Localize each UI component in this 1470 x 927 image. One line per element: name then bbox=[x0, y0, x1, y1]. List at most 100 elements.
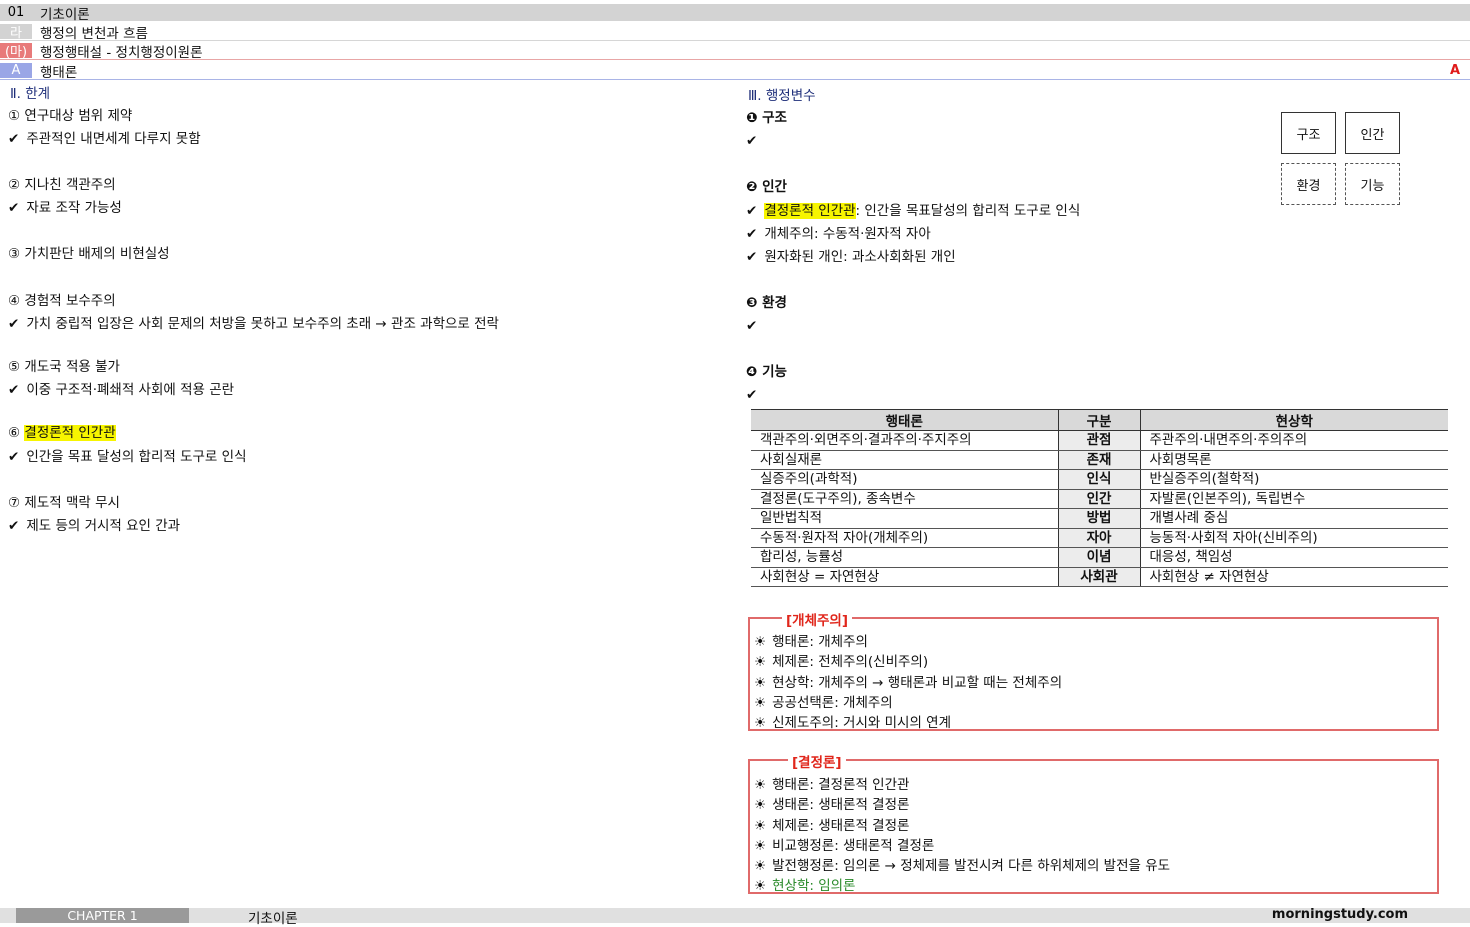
sun-bullet-icon: ☀ bbox=[754, 675, 767, 691]
header-tag: A bbox=[0, 63, 32, 78]
table-row: 수동적·원자적 자아(개체주의) 자아 능동적·사회적 자아(신비주의) bbox=[751, 528, 1448, 548]
limit-6-head: ⑥ 결정론적 인간관 bbox=[8, 425, 116, 441]
header-tag: 01 bbox=[0, 5, 32, 20]
table-header-row: 행태론 구분 현상학 bbox=[751, 409, 1448, 431]
check-icon: ✔ bbox=[746, 249, 758, 265]
green-text: 현상학: 임의론 bbox=[772, 878, 856, 894]
list-item: ☀ 비교행정론: 생태론적 결정론 bbox=[754, 838, 935, 854]
table-header-behavioralism: 행태론 bbox=[751, 409, 1058, 431]
list-item: ☀ 현상학: 개체주의 → 행태론과 비교할 때는 전체주의 bbox=[754, 675, 1063, 691]
variable-environment-head: ❸ 환경 bbox=[746, 295, 787, 311]
page-footer: CHAPTER 1 기초이론 morningstudy.com bbox=[0, 907, 1470, 927]
check-icon: ✔ bbox=[8, 449, 20, 465]
sun-bullet-icon: ☀ bbox=[754, 654, 767, 670]
individualism-box-label: [개체주의] bbox=[782, 609, 853, 629]
footer-chapter: CHAPTER 1 bbox=[16, 908, 189, 923]
variable-structure-line: ✔ bbox=[746, 132, 764, 150]
table-row: 사회실재론 존재 사회명목론 bbox=[751, 450, 1448, 470]
limit-4-body: ✔ 가치 중립적 입장은 사회 문제의 처방을 못하고 보수주의 초래 → 관조 … bbox=[8, 316, 499, 332]
limit-5-head: ⑤ 개도국 적용 불가 bbox=[8, 359, 120, 375]
sun-bullet-icon: ☀ bbox=[754, 715, 767, 731]
limit-1-head: ① 연구대상 범위 제약 bbox=[8, 108, 133, 124]
limit-1-body: ✔ 주관적인 내면세계 다루지 못함 bbox=[8, 131, 201, 147]
limit-7-body: ✔ 제도 등의 거시적 요인 간과 bbox=[8, 518, 181, 534]
highlight-text: 결정론적 인간관 bbox=[24, 425, 116, 441]
footer-title: 기초이론 bbox=[248, 911, 298, 927]
check-icon: ✔ bbox=[8, 316, 20, 332]
check-icon: ✔ bbox=[8, 518, 20, 534]
determinism-box: [결정론] ☀ 행태론: 결정론적 인간관 ☀ 생태론: 생태론적 결정론 ☀ 체제론… bbox=[748, 751, 1439, 894]
header-level-4: A 행태론 A bbox=[0, 62, 1470, 81]
check-icon: ✔ bbox=[8, 200, 20, 216]
table-header-category: 구분 bbox=[1057, 409, 1141, 431]
check-icon: ✔ bbox=[746, 226, 758, 242]
variable-structure-head: ❶ 구조 bbox=[746, 110, 787, 126]
header-level-3: (마) 행정행태설 - 정치행정이원론 bbox=[0, 42, 1470, 61]
table-cell: 존재 bbox=[1057, 450, 1141, 470]
table-row: 일반법칙적 방법 개별사례 중심 bbox=[751, 508, 1448, 529]
sun-bullet-icon: ☀ bbox=[754, 695, 767, 711]
list-item: ☀ 체제론: 생태론적 결정론 bbox=[754, 818, 910, 834]
limit-6-body: ✔ 인간을 목표 달성의 합리적 도구로 인식 bbox=[8, 449, 247, 465]
table-cell: 합리성, 능률성 bbox=[751, 547, 1058, 568]
list-item: ☀ 생태론: 생태론적 결정론 bbox=[754, 797, 910, 813]
check-icon: ✔ bbox=[8, 382, 20, 398]
table-row: 결정론(도구주의), 종속변수 인간 자발론(인본주의), 독립변수 bbox=[751, 489, 1448, 509]
check-icon: ✔ bbox=[746, 133, 758, 149]
table-cell: 반실증주의(철학적) bbox=[1140, 469, 1448, 490]
header-level-1: 01 기초이론 bbox=[0, 4, 1470, 23]
table-row: 합리성, 능률성 이념 대응성, 책임성 bbox=[751, 547, 1448, 568]
header-title: 행정행태설 - 정치행정이원론 bbox=[40, 44, 203, 61]
footer-site: morningstudy.com bbox=[1271, 907, 1408, 922]
variable-function-head: ❹ 기능 bbox=[746, 364, 787, 380]
header-tag: 라 bbox=[0, 24, 32, 41]
table-cell: 인간 bbox=[1057, 489, 1141, 509]
sun-bullet-icon: ☀ bbox=[754, 878, 767, 894]
sun-bullet-icon: ☀ bbox=[754, 818, 767, 834]
variable-human-head: ❷ 인간 bbox=[746, 179, 787, 195]
table-cell: 결정론(도구주의), 종속변수 bbox=[751, 489, 1058, 509]
table-cell: 이념 bbox=[1057, 547, 1141, 568]
list-item: ☀ 행태론: 결정론적 인간관 bbox=[754, 777, 910, 793]
table-cell: 주관주의·내면주의·주의주의 bbox=[1140, 430, 1448, 451]
highlight-text: 결정론적 인간관 bbox=[764, 203, 856, 219]
table-cell: 사회현상 ≠ 자연현상 bbox=[1140, 567, 1448, 587]
comparison-table: 행태론 구분 현상학 객관주의·외면주의·결과주의·주지주의 관점 주관주의·내면주… bbox=[751, 409, 1448, 587]
table-cell: 능동적·사회적 자아(신비주의) bbox=[1140, 528, 1448, 548]
sun-bullet-icon: ☀ bbox=[754, 777, 767, 793]
table-cell: 관점 bbox=[1057, 430, 1141, 451]
individualism-box: [개체주의] ☀ 행태론: 개체주의 ☀ 체제론: 전체주의(신비주의) ☀ 현상학:… bbox=[748, 609, 1439, 731]
list-item: ☀ 공공선택론: 개체주의 bbox=[754, 695, 893, 711]
variable-box-function: 기능 bbox=[1345, 163, 1400, 205]
list-item: ☀ 행태론: 개체주의 bbox=[754, 634, 868, 650]
table-cell: 인식 bbox=[1057, 469, 1141, 490]
header-right-mark: A bbox=[1449, 63, 1460, 78]
table-cell: 대응성, 책임성 bbox=[1140, 547, 1448, 568]
table-cell: 방법 bbox=[1057, 508, 1141, 529]
variable-box-structure: 구조 bbox=[1281, 112, 1336, 154]
list-item: ☀ 신제도주의: 거시와 미시의 연계 bbox=[754, 715, 951, 731]
table-cell: 일반법칙적 bbox=[751, 508, 1058, 529]
table-cell: 수동적·원자적 자아(개체주의) bbox=[751, 528, 1058, 548]
variable-human-line-3: ✔ 원자화된 개인: 과소사회화된 개인 bbox=[746, 249, 956, 265]
list-item: ☀ 현상학: 임의론 bbox=[754, 874, 855, 894]
table-row: 객관주의·외면주의·결과주의·주지주의 관점 주관주의·내면주의·주의주의 bbox=[751, 430, 1448, 451]
variable-human-line-2: ✔ 개체주의: 수동적·원자적 자아 bbox=[746, 226, 931, 242]
table-cell: 실증주의(과학적) bbox=[751, 469, 1058, 490]
sun-bullet-icon: ☀ bbox=[754, 838, 767, 854]
variable-human-line-1: ✔ 결정론적 인간관: 인간을 목표달성의 합리적 도구로 인식 bbox=[746, 203, 1081, 219]
table-cell: 사회관 bbox=[1057, 567, 1141, 587]
table-row: 실증주의(과학적) 인식 반실증주의(철학적) bbox=[751, 469, 1448, 490]
table-header-phenomenology: 현상학 bbox=[1140, 409, 1448, 431]
sun-bullet-icon: ☀ bbox=[754, 797, 767, 813]
check-icon: ✔ bbox=[8, 131, 20, 147]
determinism-box-label: [결정론] bbox=[788, 751, 846, 771]
limit-5-body: ✔ 이중 구조적·폐쇄적 사회에 적용 곤란 bbox=[8, 382, 235, 398]
sun-bullet-icon: ☀ bbox=[754, 634, 767, 650]
limit-7-head: ⑦ 제도적 맥락 무시 bbox=[8, 495, 120, 511]
variable-environment-line: ✔ bbox=[746, 317, 764, 335]
variable-function-line: ✔ bbox=[746, 386, 764, 404]
header-title: 행정의 변천과 흐름 bbox=[40, 25, 148, 42]
limit-2-head: ② 지나친 객관주의 bbox=[8, 177, 116, 193]
list-item: ☀ 체제론: 전체주의(신비주의) bbox=[754, 654, 929, 670]
